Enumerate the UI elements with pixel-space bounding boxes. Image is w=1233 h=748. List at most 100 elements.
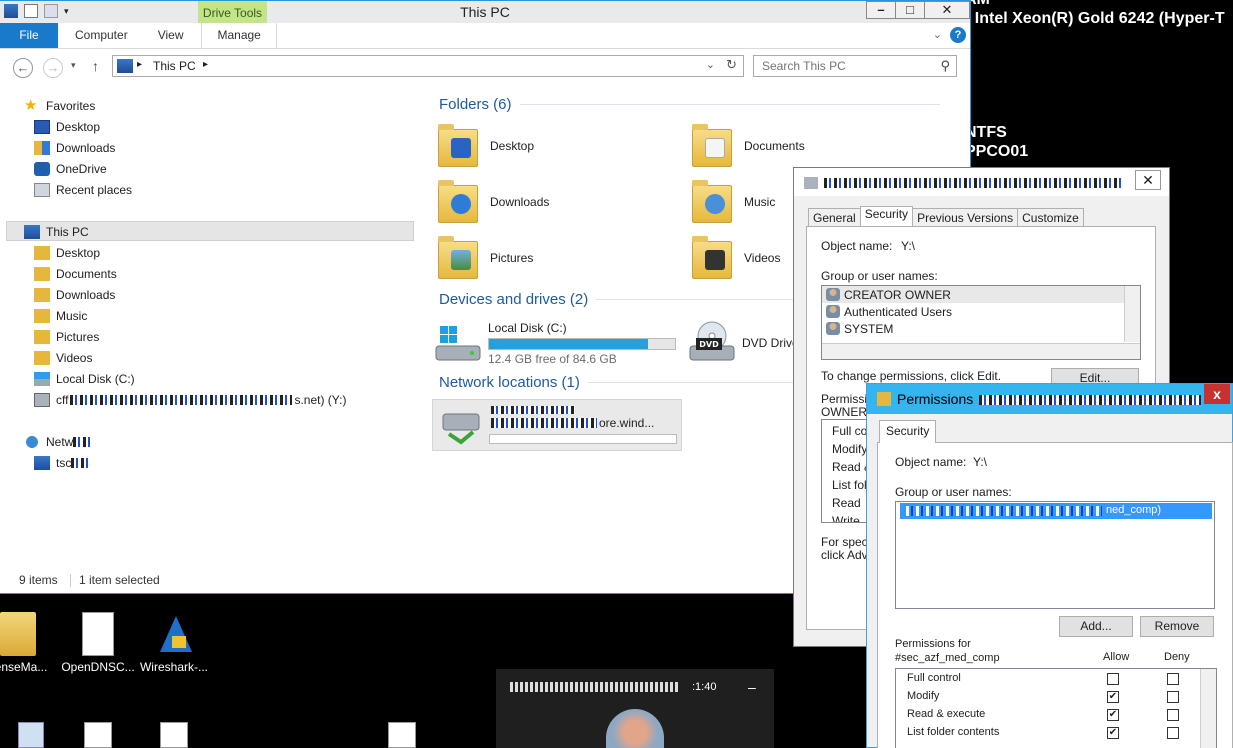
nav-pc-pictures[interactable]: Pictures (34, 327, 99, 347)
tile-label: Videos (744, 251, 781, 265)
maximize-button[interactable]: □ (895, 1, 925, 19)
recent-locations-icon[interactable]: ▾ (71, 60, 76, 71)
allow-checkbox[interactable]: ✔ (1107, 709, 1119, 721)
bginfo-line: NTFS (965, 124, 1007, 141)
list-item[interactable]: ned_comp) (900, 503, 1212, 519)
close-button[interactable]: ✕ (924, 1, 970, 19)
nav-fav-desktop[interactable]: Desktop (34, 117, 100, 137)
list-item[interactable]: CREATOR OWNER (822, 286, 1140, 303)
list-item[interactable]: SYSTEM (822, 320, 1140, 337)
permissions-table: Full con Modify Read & List fold Read Wr… (821, 419, 871, 523)
folder-icon (34, 309, 50, 323)
nav-fav-onedrive[interactable]: OneDrive (34, 159, 107, 179)
nav-favorites[interactable]: ★ Favorites (24, 96, 95, 116)
nav-pc-videos[interactable]: Videos (34, 348, 92, 368)
search-box[interactable]: ⚲ (753, 55, 957, 77)
task-thumbnail[interactable]: :1:40 – (496, 669, 774, 748)
nav-pc-local-disk[interactable]: Local Disk (C:) (34, 369, 135, 389)
search-input[interactable] (754, 56, 924, 76)
tab-file[interactable]: File (0, 23, 58, 48)
tab-computer[interactable]: Computer (60, 23, 143, 48)
pc-icon (24, 225, 40, 239)
desktop-icon-file[interactable] (160, 722, 188, 748)
folder-tile-videos[interactable]: Videos (690, 233, 780, 283)
folders-group-header[interactable]: Folders (6) (439, 96, 959, 113)
folder-tile-downloads[interactable]: Downloads (436, 177, 549, 227)
deny-checkbox[interactable] (1167, 709, 1179, 721)
allow-column-header: Allow (1103, 651, 1130, 663)
deny-checkbox[interactable] (1167, 727, 1179, 739)
deny-checkbox[interactable] (1167, 673, 1179, 685)
folder-tile-pictures[interactable]: Pictures (436, 233, 533, 283)
permission-name: List folder contents (907, 726, 1000, 738)
drive-tile-local-disk[interactable]: Local Disk (C:) 12.4 GB free of 84.6 GB (434, 317, 676, 369)
vertical-scrollbar[interactable] (1200, 669, 1216, 748)
allow-checkbox[interactable]: ✔ (1107, 691, 1119, 703)
search-icon[interactable]: ⚲ (940, 58, 950, 74)
breadcrumb[interactable]: This PC (153, 59, 196, 73)
minimize-button[interactable]: – (866, 1, 896, 19)
tab-manage[interactable]: Manage (201, 23, 277, 48)
close-button[interactable]: x (1204, 384, 1230, 404)
network-location-tile[interactable]: ore.wind... (432, 399, 682, 451)
ribbon-tabs: File Computer View Manage ⌄ ? (0, 23, 970, 49)
nav-fav-recent[interactable]: Recent places (34, 180, 132, 200)
onedrive-icon (34, 162, 50, 176)
folder-tile-documents[interactable]: Documents (690, 121, 805, 171)
nav-label: This PC (46, 225, 89, 239)
vertical-scrollbar[interactable] (1124, 286, 1140, 342)
users-listbox[interactable]: CREATOR OWNER Authenticated Users SYSTEM (821, 285, 1141, 360)
desktop-icon-label: OpenDNSC... (61, 660, 135, 674)
chevron-down-icon[interactable]: ⌄ (706, 58, 715, 71)
add-button[interactable]: Add... (1059, 616, 1133, 637)
allow-checkbox[interactable]: ✔ (1107, 727, 1119, 739)
minimize-icon[interactable]: – (748, 679, 756, 695)
desktop-icon-license[interactable]: censeMa... (0, 612, 56, 674)
users-listbox[interactable]: ned_comp) (895, 501, 1215, 609)
network-usage-bar (489, 434, 677, 444)
nav-pc-music[interactable]: Music (34, 306, 87, 326)
desktop-icon-wireshark[interactable]: Wireshark-... (136, 612, 212, 674)
address-bar[interactable]: ▸ This PC ▸ ⌄ ↻ (112, 55, 744, 77)
tab-security[interactable]: Security (879, 420, 937, 443)
tab-security[interactable]: Security (859, 206, 914, 228)
tab-view[interactable]: View (143, 23, 199, 48)
nav-network-host[interactable]: tsc (34, 453, 92, 473)
nav-pc-documents[interactable]: Documents (34, 264, 117, 284)
drive-tile-dvd[interactable]: DVD DVD Drive (688, 317, 799, 369)
permission-row: Modify (832, 442, 868, 456)
allow-checkbox[interactable] (1107, 673, 1119, 685)
network-drive-icon (439, 406, 483, 446)
remove-button[interactable]: Remove (1140, 616, 1214, 637)
close-button[interactable]: ✕ (1135, 170, 1161, 190)
forward-button[interactable]: → (43, 58, 63, 78)
nav-this-pc[interactable]: This PC (24, 222, 89, 242)
refresh-icon[interactable]: ↻ (726, 57, 737, 73)
back-button[interactable]: ← (13, 58, 33, 78)
redacted-text (491, 418, 597, 428)
nav-pc-downloads[interactable]: Downloads (34, 285, 115, 305)
help-icon[interactable]: ? (950, 27, 966, 43)
tile-label: Pictures (490, 251, 534, 265)
desktop-icon-doc[interactable] (18, 722, 44, 748)
desktop-icon-file[interactable] (388, 722, 416, 748)
desktop-icon-opendns[interactable]: OpenDNSC... (60, 612, 136, 674)
tab-previous-versions[interactable]: Previous Versions (912, 208, 1019, 228)
folder-tile-desktop[interactable]: Desktop (436, 121, 534, 171)
up-button[interactable]: ↑ (92, 58, 99, 74)
chevron-down-icon[interactable]: ⌄ (933, 28, 942, 41)
redacted-text (510, 682, 678, 692)
nav-pc-desktop[interactable]: Desktop (34, 243, 100, 263)
nav-network[interactable]: Netw (24, 432, 94, 452)
tab-general[interactable]: General (808, 208, 861, 228)
nav-pc-network-drive[interactable]: cff s.net) (Y:) (34, 390, 346, 410)
tile-label: Downloads (490, 195, 550, 209)
chevron-right-icon: ▸ (137, 59, 143, 70)
desktop-icon-file[interactable] (84, 722, 112, 748)
tab-customize[interactable]: Customize (1017, 208, 1084, 228)
list-item[interactable]: Authenticated Users (822, 303, 1140, 320)
nav-fav-downloads[interactable]: Downloads (34, 138, 115, 158)
folder-tile-music[interactable]: Music (690, 177, 775, 227)
horizontal-scrollbar[interactable] (822, 343, 1140, 359)
deny-checkbox[interactable] (1167, 691, 1179, 703)
